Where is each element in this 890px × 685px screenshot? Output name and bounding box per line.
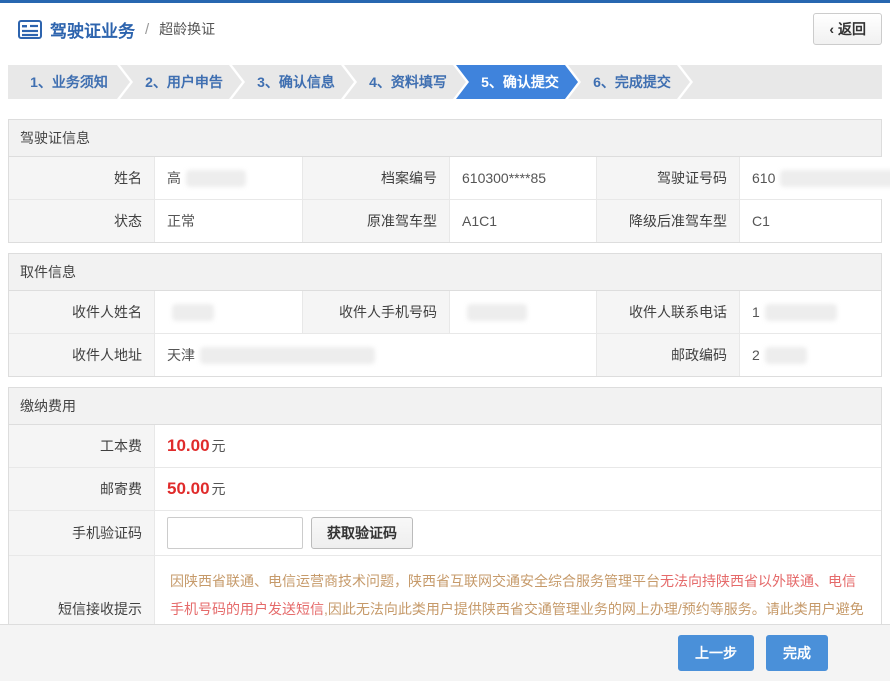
recipient-name-label: 收件人姓名 <box>9 291 154 333</box>
fees-section: 缴纳费用 工本费 10.00 元 邮寄费 50.00 元 手机验证码 获取验证码… <box>8 387 882 663</box>
recipient-name-value <box>154 291 302 333</box>
name-value: 高 <box>154 157 302 199</box>
downgraded-class-value: C1 <box>739 200 881 242</box>
license-section-title: 驾驶证信息 <box>9 120 881 157</box>
notice-text-part1: 因陕西省联通、电信运营商技术问题，陕西省互联网交通安全综合服务管理平台 <box>170 573 660 589</box>
license-number-value: 610 <box>739 157 890 199</box>
recipient-phone-text: 1 <box>752 304 760 320</box>
postage-fee-unit: 元 <box>212 479 226 499</box>
original-class-value: A1C1 <box>449 200 596 242</box>
recipient-name-redaction <box>172 304 214 321</box>
step-2-declaration: 2、用户申告 <box>120 65 242 99</box>
recipient-phone-redaction <box>765 304 837 321</box>
page-header: 驾驶证业务 / 超龄换证 ‹返回 <box>0 3 890 55</box>
zip-code-value: 2 <box>739 334 881 376</box>
finish-button[interactable]: 完成 <box>766 635 828 671</box>
recipient-address-text: 天津 <box>167 345 195 365</box>
production-fee-row: 工本费 10.00 元 <box>9 425 881 467</box>
pickup-row-1: 收件人姓名 收件人手机号码 收件人联系电话 1 <box>9 291 881 333</box>
status-label: 状态 <box>9 200 154 242</box>
file-number-label: 档案编号 <box>302 157 449 199</box>
step-wizard: 1、业务须知 2、用户申告 3、确认信息 4、资料填写 5、确认提交 6、完成提… <box>8 65 882 99</box>
back-button[interactable]: ‹返回 <box>813 13 882 45</box>
step-2-label: 2、用户申告 <box>145 72 223 92</box>
back-button-label: 返回 <box>838 21 866 37</box>
recipient-address-redaction <box>200 347 375 364</box>
step-6-label: 6、完成提交 <box>593 72 671 92</box>
recipient-phone-value: 1 <box>739 291 881 333</box>
step-3-confirm-info: 3、确认信息 <box>232 65 354 99</box>
status-value: 正常 <box>154 200 302 242</box>
downgraded-class-label: 降级后准驾车型 <box>596 200 739 242</box>
postage-fee-row: 邮寄费 50.00 元 <box>9 467 881 510</box>
recipient-mobile-label: 收件人手机号码 <box>302 291 449 333</box>
zip-code-text: 2 <box>752 347 760 363</box>
postage-fee-value: 50.00 元 <box>154 468 881 510</box>
step-5-label: 5、确认提交 <box>481 72 559 92</box>
step-4-label: 4、资料填写 <box>369 72 447 92</box>
production-fee-unit: 元 <box>212 436 226 456</box>
sms-code-input[interactable] <box>167 517 303 549</box>
recipient-address-value: 天津 <box>154 334 596 376</box>
postage-fee-amount: 50.00 <box>167 479 210 499</box>
recipient-phone-label: 收件人联系电话 <box>596 291 739 333</box>
license-number-redaction <box>780 170 890 187</box>
name-redaction <box>186 170 246 187</box>
name-value-text: 高 <box>167 168 181 188</box>
license-number-text: 610 <box>752 170 775 186</box>
step-3-label: 3、确认信息 <box>257 72 335 92</box>
recipient-address-label: 收件人地址 <box>9 334 154 376</box>
license-row-1: 姓名 高 档案编号 610300****85 驾驶证号码 610 <box>9 157 881 199</box>
footer-action-bar: 上一步 完成 <box>0 624 890 681</box>
pickup-row-2: 收件人地址 天津 邮政编码 2 <box>9 333 881 376</box>
fees-section-title: 缴纳费用 <box>9 388 881 425</box>
pickup-info-section: 取件信息 收件人姓名 收件人手机号码 收件人联系电话 1 收件人地址 天津 邮政… <box>8 253 882 377</box>
step-bar-filler <box>680 65 882 99</box>
step-4-fill-data: 4、资料填写 <box>344 65 466 99</box>
breadcrumb-separator: / <box>145 21 149 38</box>
previous-step-button[interactable]: 上一步 <box>678 635 754 671</box>
production-fee-label: 工本费 <box>9 425 154 467</box>
license-card-icon <box>18 20 42 39</box>
page-subtitle: 超龄换证 <box>159 19 215 39</box>
step-1-label: 1、业务须知 <box>30 72 108 92</box>
sms-code-row: 手机验证码 获取验证码 <box>9 510 881 555</box>
recipient-mobile-value <box>449 291 596 333</box>
license-row-2: 状态 正常 原准驾车型 A1C1 降级后准驾车型 C1 <box>9 199 881 242</box>
pickup-section-title: 取件信息 <box>9 254 881 291</box>
zip-code-redaction <box>765 347 807 364</box>
zip-code-label: 邮政编码 <box>596 334 739 376</box>
chevron-left-icon: ‹ <box>829 21 834 37</box>
sms-code-label: 手机验证码 <box>9 511 154 555</box>
file-number-value: 610300****85 <box>449 157 596 199</box>
step-6-finish-submit: 6、完成提交 <box>568 65 690 99</box>
page-title: 驾驶证业务 <box>50 17 135 42</box>
title-wrap: 驾驶证业务 / 超龄换证 <box>18 17 215 42</box>
production-fee-value: 10.00 元 <box>154 425 881 467</box>
license-number-label: 驾驶证号码 <box>596 157 739 199</box>
name-label: 姓名 <box>9 157 154 199</box>
license-info-section: 驾驶证信息 姓名 高 档案编号 610300****85 驾驶证号码 610 状… <box>8 119 882 243</box>
postage-fee-label: 邮寄费 <box>9 468 154 510</box>
production-fee-amount: 10.00 <box>167 436 210 456</box>
get-sms-code-button[interactable]: 获取验证码 <box>311 517 413 549</box>
original-class-label: 原准驾车型 <box>302 200 449 242</box>
recipient-mobile-redaction <box>467 304 527 321</box>
step-5-confirm-submit-active: 5、确认提交 <box>456 65 578 99</box>
sms-code-field-wrap: 获取验证码 <box>154 511 881 555</box>
step-1-notice: 1、业务须知 <box>8 65 130 99</box>
